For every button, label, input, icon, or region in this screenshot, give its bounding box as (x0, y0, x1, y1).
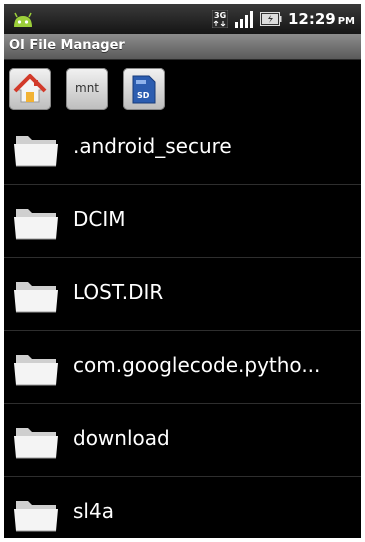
mnt-button[interactable]: mnt (66, 68, 108, 110)
list-item[interactable]: .android_secure (4, 112, 361, 185)
folder-icon (14, 428, 58, 459)
list-item[interactable]: sl4a (4, 477, 361, 538)
mnt-label: mnt (75, 81, 99, 95)
list-item[interactable]: com.googlecode.pytho... (4, 331, 361, 404)
file-name: download (73, 426, 170, 450)
folder-icon (14, 501, 58, 532)
file-name: sl4a (73, 499, 114, 523)
status-bar: 3G 12:29 PM (4, 4, 361, 34)
folder-icon (14, 136, 58, 167)
svg-text:SD: SD (137, 91, 150, 100)
svg-text:3G: 3G (214, 11, 226, 20)
file-name: DCIM (73, 207, 126, 231)
file-name: LOST.DIR (73, 280, 164, 304)
sdcard-button[interactable]: SD (123, 68, 165, 110)
list-item[interactable]: LOST.DIR (4, 258, 361, 331)
signal-icon (234, 11, 253, 28)
battery-icon (259, 12, 282, 26)
list-item[interactable]: download (4, 404, 361, 477)
home-icon (13, 74, 47, 103)
device-screen: 3G 12:29 PM OI File Manager mnt SD .andr… (4, 4, 361, 538)
file-name: com.googlecode.pytho... (73, 353, 321, 377)
title-bar: OI File Manager (4, 34, 361, 60)
list-item[interactable]: DCIM (4, 185, 361, 258)
sdcard-icon: SD (132, 75, 156, 104)
folder-icon (14, 282, 58, 313)
app-title: OI File Manager (9, 38, 125, 53)
status-time: 12:29 PM (287, 10, 355, 28)
folder-icon (14, 355, 58, 386)
file-name: .android_secure (73, 134, 232, 158)
home-button[interactable] (9, 68, 51, 110)
file-list: .android_secure DCIM LOST.DIR com.google… (4, 112, 361, 538)
path-toolbar: mnt SD (4, 60, 361, 112)
3g-icon: 3G (211, 10, 228, 28)
android-icon (14, 12, 32, 27)
folder-icon (14, 209, 58, 240)
